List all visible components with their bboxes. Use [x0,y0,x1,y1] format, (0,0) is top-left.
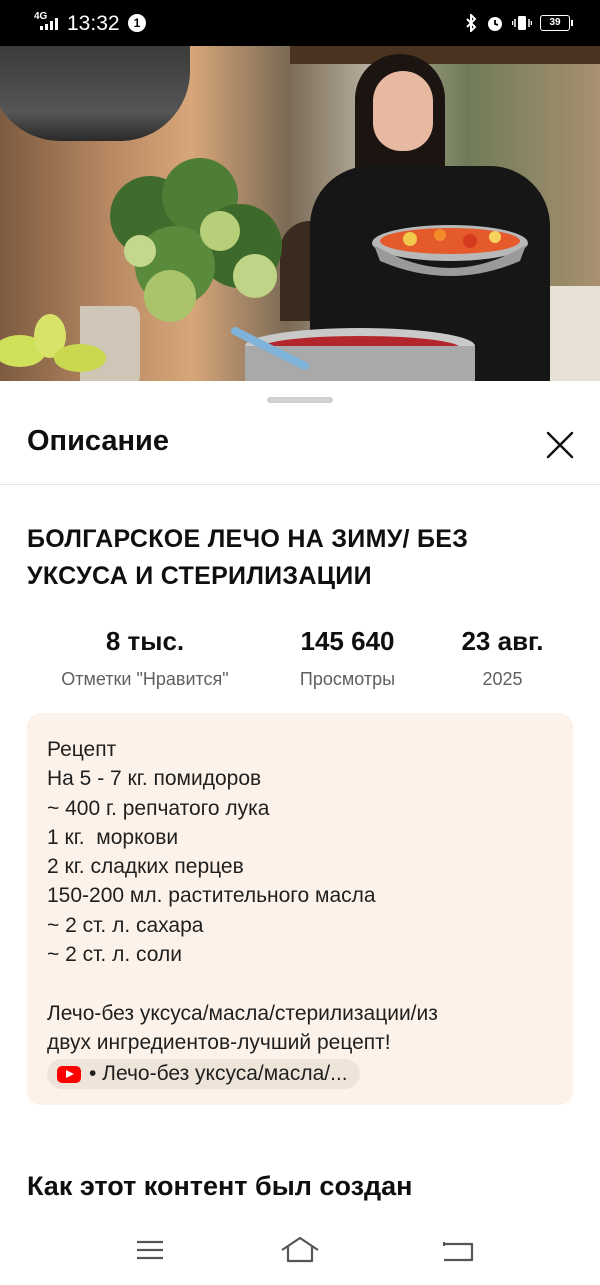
video-scene-lamp [0,46,190,141]
header-divider [0,484,600,485]
video-scene-peppers [0,314,106,372]
description-line: ~ 2 ст. л. сахара [47,913,204,937]
likes-stat: 8 тыс. Отметки "Нравится" [40,626,250,690]
back-icon[interactable] [438,1234,478,1266]
close-icon[interactable] [538,423,582,467]
section-heading: Как этот контент был создан [27,1171,413,1201]
description-box[interactable]: Рецепт На 5 - 7 кг. помидоров ~ 400 г. р… [27,713,573,1105]
date-stat: 23 авг. 2025 [445,626,560,690]
description-line: ~ 2 ст. л. соли [47,943,182,967]
description-sheet: Описание БОЛГАРСКОЕ ЛЕЧО НА ЗИМУ/ БЕЗ УК… [0,381,600,1285]
linked-video-chip[interactable]: • Лечо-без уксуса/масла/... [47,1059,360,1090]
vibrate-icon [512,16,532,30]
linked-video-title: • Лечо-без уксуса/масла/... [89,1062,348,1086]
video-title: БОЛГАРСКОЕ ЛЕЧО НА ЗИМУ/ БЕЗ УКСУСА И СТ… [27,525,469,590]
drag-handle[interactable] [267,397,333,403]
description-line: двух ингредиентов-лучший рецепт! [47,1030,391,1054]
status-bar: 4G 13:32 1 39 [0,0,600,46]
description-line: ~ 400 г. репчатого лука [47,796,270,820]
description-line: Лечо-без уксуса/масла/стерилизации/из [47,1001,438,1025]
video-scene-beam [290,46,600,64]
signal-icon [40,18,58,30]
status-icons: 39 [464,13,573,33]
likes-label: Отметки "Нравится" [61,669,229,689]
description-line: На 5 - 7 кг. помидоров [47,767,262,791]
clock: 13:32 [67,12,120,35]
description-spacer [47,969,553,998]
publish-date: 23 авг. [461,626,544,656]
menu-icon[interactable] [130,1234,170,1266]
views-count: 145 640 [300,626,395,656]
publish-year: 2025 [482,669,523,689]
youtube-icon [57,1065,81,1083]
description-line: 1 кг. моркови [47,825,179,849]
system-nav-bar [0,1220,600,1285]
home-icon[interactable] [280,1234,320,1266]
video-player[interactable] [0,46,600,381]
sheet-title: Описание [27,425,169,457]
views-label: Просмотры [299,669,396,689]
alarm-icon [488,17,502,31]
video-scene-bowl [372,225,528,276]
battery-icon: 39 [540,15,573,31]
views-stat: 145 640 Просмотры [280,626,415,690]
description-line: Рецепт [47,738,117,761]
bluetooth-icon [466,14,477,32]
description-line: 2 кг. сладких перцев [47,855,244,879]
video-scene-pot [231,327,475,381]
video-scene-person-face [373,71,433,151]
notification-badge: 1 [128,14,146,32]
likes-count: 8 тыс. [105,626,185,656]
description-line: 150-200 мл. растительного масла [47,884,376,908]
